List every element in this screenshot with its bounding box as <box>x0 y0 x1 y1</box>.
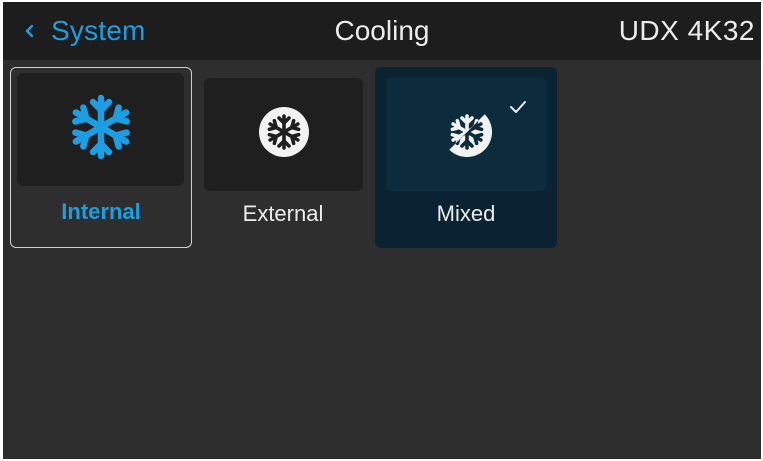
snowflake-icon <box>68 94 134 165</box>
cooling-option-mixed[interactable]: Mixed <box>375 67 557 248</box>
device-name: UDX 4K32 <box>618 15 755 46</box>
option-label: Internal <box>61 199 141 224</box>
option-icon-box <box>17 73 184 186</box>
cooling-option-external[interactable]: External <box>192 67 374 248</box>
cooling-screen: System Cooling UDX 4K32 Internal Externa… <box>3 2 761 459</box>
cooling-option-internal[interactable]: Internal <box>10 67 192 248</box>
option-label: External <box>242 201 324 226</box>
back-button[interactable]: System <box>23 12 146 50</box>
header-bar: System Cooling UDX 4K32 <box>3 2 761 60</box>
snowflake-circle-icon <box>257 105 311 164</box>
option-icon-box <box>386 78 547 191</box>
option-label: Mixed <box>436 201 496 226</box>
option-icon-box <box>204 78 363 191</box>
snowflake-half-circle-icon <box>440 105 494 164</box>
chevron-left-icon <box>23 24 37 38</box>
check-icon <box>509 100 527 114</box>
back-label: System <box>51 15 146 46</box>
